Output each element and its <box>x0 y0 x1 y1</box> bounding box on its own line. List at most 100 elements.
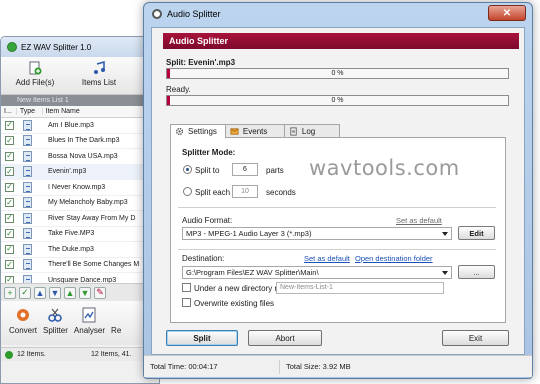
item-checkbox[interactable]: ✓ <box>5 198 14 208</box>
split-progress-text: 0 % <box>331 70 344 77</box>
convert-icon <box>17 309 29 321</box>
main-window-title: EZ WAV Splitter 1.0 <box>21 42 92 52</box>
items-list: ✓ Am I Blue.mp3 ✓ Blues In The Dark.mp3 ✓ Bos… <box>1 118 159 289</box>
abort-button[interactable]: Abort <box>248 330 322 346</box>
splitter-button[interactable]: Splitter <box>43 307 68 345</box>
edit-format-button[interactable]: Edit <box>458 226 495 240</box>
item-name: Take Five.MP3 <box>48 230 95 238</box>
add-item-icon[interactable]: + <box>4 286 16 299</box>
tab-events[interactable]: Events <box>224 124 285 137</box>
split-file-label: Split: Evenin'.mp3 <box>166 58 236 67</box>
audio-file-icon <box>23 259 32 271</box>
col-type[interactable]: Type <box>17 108 43 115</box>
convert-label: Convert <box>9 326 38 335</box>
list-item[interactable]: ✓ I Never Know.mp3 <box>1 180 159 196</box>
list-item[interactable]: ✓ Bossa Nova USA.mp3 <box>1 149 159 165</box>
split-to-parts-input[interactable]: 6 <box>232 163 258 176</box>
format-set-default-link[interactable]: Set as default <box>396 216 442 225</box>
split-button[interactable]: Split <box>166 330 238 346</box>
edit-icon[interactable]: ✎ <box>94 286 106 299</box>
item-name: I Never Know.mp3 <box>48 183 106 191</box>
split-each-label: Split each <box>195 188 231 197</box>
audio-file-icon <box>23 243 32 255</box>
audio-format-select[interactable]: MP3 - MPEG-1 Audio Layer 3 (*.mp3) <box>182 227 452 240</box>
list-item[interactable]: ✓ The Duke.mp3 <box>1 242 159 258</box>
list-item[interactable]: ✓ Take Five.MP3 <box>1 227 159 242</box>
split-each-radio[interactable] <box>183 187 192 196</box>
convert-button[interactable]: Convert <box>9 307 37 345</box>
app-icon <box>7 42 17 52</box>
audio-file-icon <box>23 181 32 193</box>
add-files-label: Add File(s) <box>15 78 55 87</box>
list-item[interactable]: ✓ My Melancholy Baby.mp3 <box>1 196 159 211</box>
item-checkbox[interactable]: ✓ <box>5 244 14 254</box>
col-index[interactable]: I... <box>1 108 17 115</box>
dialog-body: Audio Splitter Split: Evenin'.mp3 0 % Re… <box>151 27 525 355</box>
audio-splitter-dialog: Audio Splitter ✕ Audio Splitter Split: E… <box>143 2 533 379</box>
new-directory-checkbox[interactable] <box>182 283 191 292</box>
move-up-icon[interactable]: ▲ <box>34 286 46 299</box>
item-name: Bossa Nova USA.mp3 <box>48 152 118 160</box>
destination-select[interactable]: G:\Program Files\EZ WAV Splitter\Main\ <box>182 266 452 279</box>
items-list-button[interactable]: Items List <box>69 61 129 94</box>
split-to-radio[interactable] <box>183 165 192 174</box>
item-checkbox[interactable]: ✓ <box>5 151 14 161</box>
open-destination-folder-link[interactable]: Open destination folder <box>355 254 433 263</box>
browse-button[interactable]: ... <box>458 265 495 279</box>
log-icon <box>290 126 297 136</box>
add-files-button[interactable]: Add File(s) <box>5 61 65 94</box>
list-tools: + ✓ ▲ ▼ ▲ ▼ ✎ <box>1 283 159 301</box>
item-checkbox[interactable]: ✓ <box>5 229 14 239</box>
main-window-titlebar[interactable]: EZ WAV Splitter 1.0 <box>1 37 159 57</box>
audio-file-icon <box>23 150 32 162</box>
audio-file-icon <box>23 212 32 224</box>
main-actions: Convert Splitter Analyser Re <box>1 301 159 345</box>
move-bottom-icon[interactable]: ▼ <box>79 286 91 299</box>
new-directory-input[interactable]: New-Items-List-1 <box>276 282 444 294</box>
tab-log[interactable]: Log <box>283 124 340 137</box>
item-checkbox[interactable]: ✓ <box>5 136 14 146</box>
audio-file-icon <box>23 166 32 178</box>
ok-status-icon <box>5 350 13 359</box>
list-caption: New Items List 1 <box>1 95 159 106</box>
exit-button[interactable]: Exit <box>442 330 509 346</box>
check-all-icon[interactable]: ✓ <box>19 286 31 299</box>
destination-set-default-link[interactable]: Set as default <box>304 254 350 263</box>
chevron-down-icon <box>442 232 448 236</box>
list-item[interactable]: ✓ Blues In The Dark.mp3 <box>1 134 159 149</box>
split-progress-fill <box>167 69 170 78</box>
col-item-name[interactable]: Item Name <box>43 108 159 115</box>
item-checkbox[interactable]: ✓ <box>5 182 14 192</box>
item-checkbox[interactable]: ✓ <box>5 260 14 270</box>
separator <box>178 207 496 208</box>
item-checkbox[interactable]: ✓ <box>5 213 14 223</box>
tab-events-label: Events <box>242 126 268 136</box>
splitter-label: Splitter <box>43 326 68 335</box>
audio-file-icon <box>23 197 32 209</box>
more-button[interactable]: Re <box>111 307 121 345</box>
item-checkbox[interactable]: ✓ <box>5 167 14 177</box>
dialog-titlebar[interactable]: Audio Splitter <box>144 3 532 25</box>
list-item[interactable]: ✓ River Stay Away From My D <box>1 211 159 227</box>
item-checkbox[interactable]: ✓ <box>5 120 14 130</box>
overwrite-checkbox[interactable] <box>182 298 191 307</box>
split-progress-bar: 0 % <box>166 68 509 79</box>
audio-format-label: Audio Format: <box>182 216 233 225</box>
item-name: Evenin'.mp3 <box>48 168 87 176</box>
dialog-statusbar: Total Time: 00:04:17 Total Size: 3.92 MB <box>144 355 532 377</box>
split-each-seconds-input[interactable]: 10 <box>232 185 258 198</box>
add-file-icon <box>29 61 42 75</box>
move-down-icon[interactable]: ▼ <box>49 286 61 299</box>
close-button[interactable]: ✕ <box>488 5 526 21</box>
items-list-label: Items List <box>81 78 117 87</box>
item-name: There'll Be Some Changes M <box>48 261 140 269</box>
move-top-icon[interactable]: ▲ <box>64 286 76 299</box>
list-item[interactable]: ✓ Am I Blue.mp3 <box>1 118 159 134</box>
main-statusbar: 12 Items. 12 Items, 41. <box>1 347 159 361</box>
item-name: Blues In The Dark.mp3 <box>48 137 120 145</box>
tab-settings[interactable]: Settings <box>170 124 226 138</box>
analyser-button[interactable]: Analyser <box>74 307 105 345</box>
gear-icon <box>175 127 184 136</box>
list-item[interactable]: ✓ There'll Be Some Changes M <box>1 258 159 273</box>
list-item[interactable]: ✓ Evenin'.mp3 <box>1 164 159 180</box>
